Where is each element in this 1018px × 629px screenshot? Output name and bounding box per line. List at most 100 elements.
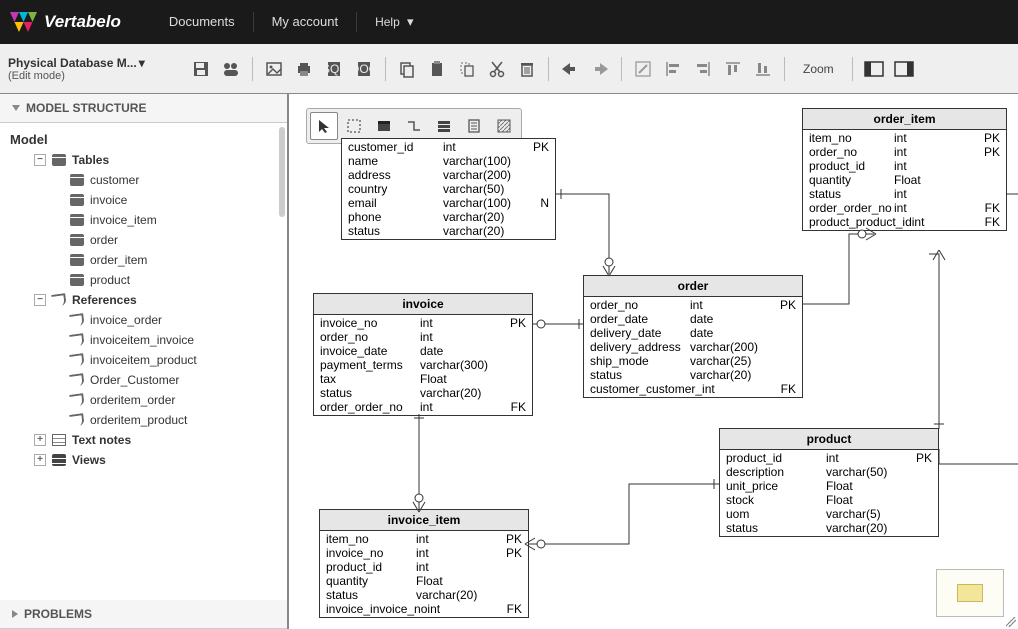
- entity-product[interactable]: productproduct_idintPKdescriptionvarchar…: [719, 428, 939, 537]
- menu-help[interactable]: Help ▾: [357, 12, 431, 32]
- entity-column[interactable]: delivery_addressvarchar(200): [584, 340, 802, 354]
- entity-column[interactable]: stockFloat: [720, 493, 938, 507]
- save-icon[interactable]: [188, 56, 214, 82]
- panel-left-icon[interactable]: [861, 56, 887, 82]
- entity-column[interactable]: quantityFloat: [320, 574, 528, 588]
- tree-ref-invoiceitem_invoice[interactable]: invoiceitem_invoice: [4, 330, 283, 350]
- tree-ref-orderitem_product[interactable]: orderitem_product: [4, 410, 283, 430]
- entity-column[interactable]: unit_priceFloat: [720, 479, 938, 493]
- tree-model[interactable]: Model: [4, 129, 283, 150]
- tree-table-invoice_item[interactable]: invoice_item: [4, 210, 283, 230]
- align-bottom-icon[interactable]: [750, 56, 776, 82]
- menu-documents[interactable]: Documents: [151, 12, 254, 32]
- collapse-icon[interactable]: −: [34, 294, 46, 306]
- entity-column[interactable]: invoice_nointPK: [314, 316, 532, 330]
- minimap[interactable]: [936, 569, 1004, 617]
- reference-tool-icon[interactable]: [400, 112, 428, 140]
- entity-column[interactable]: product_idint: [803, 159, 1006, 173]
- entity-column[interactable]: uomvarchar(5): [720, 507, 938, 521]
- copy-icon[interactable]: [394, 56, 420, 82]
- entity-column[interactable]: order_noint: [314, 330, 532, 344]
- entity-column[interactable]: delivery_datedate: [584, 326, 802, 340]
- model-structure-header[interactable]: MODEL STRUCTURE: [0, 94, 287, 123]
- tree-group-tables[interactable]: −Tables: [4, 150, 283, 170]
- select-area-icon[interactable]: [340, 112, 368, 140]
- view-tool-icon[interactable]: [430, 112, 458, 140]
- image-icon[interactable]: [261, 56, 287, 82]
- entity-column[interactable]: invoice_invoice_nointFK: [320, 602, 528, 616]
- sql-icon[interactable]: SQL: [321, 56, 347, 82]
- entity-column[interactable]: phonevarchar(20): [342, 210, 555, 224]
- problems-header[interactable]: PROBLEMS: [0, 600, 287, 629]
- entity-column[interactable]: item_nointPK: [320, 532, 528, 546]
- align-top-icon[interactable]: [720, 56, 746, 82]
- duplicate-icon[interactable]: [454, 56, 480, 82]
- tree-group-references[interactable]: −References: [4, 290, 283, 310]
- entity-invoice[interactable]: invoiceinvoice_nointPKorder_nointinvoice…: [313, 293, 533, 416]
- tree-table-product[interactable]: product: [4, 270, 283, 290]
- entity-column[interactable]: customer_customer_intFK: [584, 382, 802, 396]
- print-icon[interactable]: [291, 56, 317, 82]
- entity-column[interactable]: payment_termsvarchar(300): [314, 358, 532, 372]
- panel-right-icon[interactable]: [891, 56, 917, 82]
- logo[interactable]: Vertabelo: [10, 8, 121, 36]
- tree-table-order_item[interactable]: order_item: [4, 250, 283, 270]
- entity-column[interactable]: namevarchar(100): [342, 154, 555, 168]
- tree-table-invoice[interactable]: invoice: [4, 190, 283, 210]
- expand-icon[interactable]: +: [34, 454, 46, 466]
- cut-icon[interactable]: [484, 56, 510, 82]
- entity-column[interactable]: addressvarchar(200): [342, 168, 555, 182]
- entity-column[interactable]: statusvarchar(20): [314, 386, 532, 400]
- entity-column[interactable]: item_nointPK: [803, 131, 1006, 145]
- entity-column[interactable]: ship_modevarchar(25): [584, 354, 802, 368]
- entity-column[interactable]: order_nointPK: [803, 145, 1006, 159]
- entity-column[interactable]: emailvarchar(100)N: [342, 196, 555, 210]
- entity-column[interactable]: product_product_idintFK: [803, 215, 1006, 229]
- align-left-icon[interactable]: [660, 56, 686, 82]
- entity-column[interactable]: descriptionvarchar(50): [720, 465, 938, 479]
- entity-column[interactable]: statusvarchar(20): [320, 588, 528, 602]
- entity-column[interactable]: order_order_nointFK: [314, 400, 532, 414]
- entity-column[interactable]: order_datedate: [584, 312, 802, 326]
- entity-order-item[interactable]: order_itemitem_nointPKorder_nointPKprodu…: [802, 108, 1007, 231]
- note-tool-icon[interactable]: [460, 112, 488, 140]
- share-icon[interactable]: [218, 56, 244, 82]
- entity-column[interactable]: statusvarchar(20): [342, 224, 555, 238]
- model-title-block[interactable]: Physical Database M...▾ (Edit mode): [8, 56, 188, 82]
- entity-invoice-item[interactable]: invoice_itemitem_nointPKinvoice_nointPKp…: [319, 509, 529, 618]
- tree-ref-invoice_order[interactable]: invoice_order: [4, 310, 283, 330]
- entity-column[interactable]: quantityFloat: [803, 173, 1006, 187]
- tree-table-order[interactable]: order: [4, 230, 283, 250]
- entity-column[interactable]: statusint: [803, 187, 1006, 201]
- entity-column[interactable]: order_nointPK: [584, 298, 802, 312]
- redo-icon[interactable]: [587, 56, 613, 82]
- scrollbar[interactable]: [279, 127, 285, 217]
- tree-ref-orderitem_order[interactable]: orderitem_order: [4, 390, 283, 410]
- canvas[interactable]: customer_idintPKnamevarchar(100)addressv…: [289, 94, 1018, 629]
- entity-column[interactable]: invoice_datedate: [314, 344, 532, 358]
- tree-ref-invoiceitem_product[interactable]: invoiceitem_product: [4, 350, 283, 370]
- entity-column[interactable]: product_idintPK: [720, 451, 938, 465]
- pointer-tool-icon[interactable]: [310, 112, 338, 140]
- entity-column[interactable]: order_order_nointFK: [803, 201, 1006, 215]
- tree-table-customer[interactable]: customer: [4, 170, 283, 190]
- paste-icon[interactable]: [424, 56, 450, 82]
- undo-icon[interactable]: [557, 56, 583, 82]
- table-tool-icon[interactable]: [370, 112, 398, 140]
- entity-column[interactable]: invoice_nointPK: [320, 546, 528, 560]
- entity-column[interactable]: customer_idintPK: [342, 140, 555, 154]
- tree-group-views[interactable]: +Views: [4, 450, 283, 470]
- resize-handle-icon[interactable]: [1006, 617, 1016, 627]
- align-right-icon[interactable]: [690, 56, 716, 82]
- doc-icon[interactable]: DOC: [351, 56, 377, 82]
- entity-column[interactable]: statusvarchar(20): [584, 368, 802, 382]
- edit-icon[interactable]: [630, 56, 656, 82]
- entity-column[interactable]: product_idint: [320, 560, 528, 574]
- expand-icon[interactable]: +: [34, 434, 46, 446]
- tree-group-notes[interactable]: +Text notes: [4, 430, 283, 450]
- entity-order[interactable]: orderorder_nointPKorder_datedatedelivery…: [583, 275, 803, 398]
- area-tool-icon[interactable]: [490, 112, 518, 140]
- menu-my-account[interactable]: My account: [254, 12, 357, 32]
- delete-icon[interactable]: [514, 56, 540, 82]
- tree-ref-Order_Customer[interactable]: Order_Customer: [4, 370, 283, 390]
